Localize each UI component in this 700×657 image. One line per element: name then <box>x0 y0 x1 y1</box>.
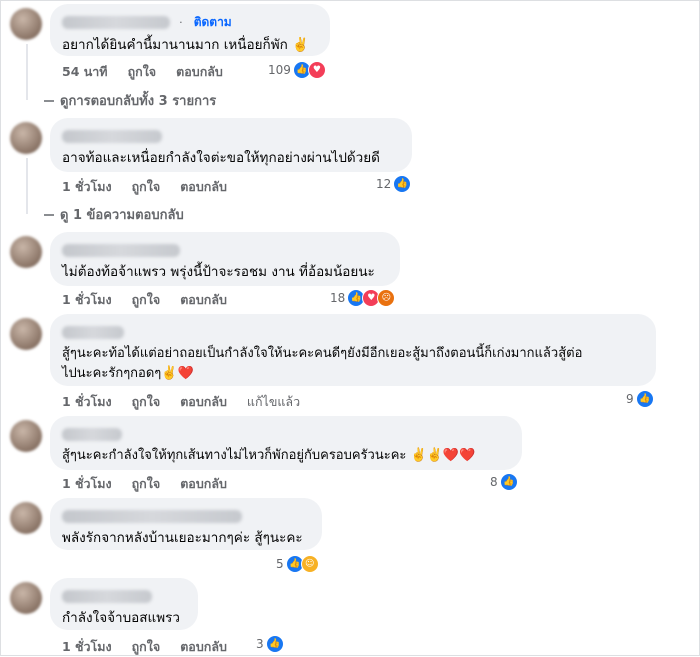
timestamp[interactable]: 54 นาที <box>62 62 108 82</box>
reply-button[interactable]: ตอบกลับ <box>180 290 227 310</box>
reaction-summary[interactable]: 3 👍 <box>256 635 284 653</box>
comment-text: อยากได้ยินคำนี้มานานมาก เหนื่อยก็พัก ✌️ <box>62 37 309 53</box>
commenter-name[interactable] <box>62 326 124 339</box>
reaction-count: 12 <box>376 177 392 191</box>
reaction-summary[interactable]: 18 👍 ♥ ☹ <box>330 289 396 307</box>
reply-button[interactable]: ตอบกลับ <box>180 392 227 412</box>
comment-actions: 1 ชั่วโมง ถูกใจ ตอบกลับ <box>62 177 227 197</box>
reply-button[interactable]: ตอบกลับ <box>176 62 223 82</box>
like-button[interactable]: ถูกใจ <box>132 290 161 310</box>
like-button[interactable]: ถูกใจ <box>132 392 161 412</box>
like-button[interactable]: ถูกใจ <box>132 177 161 197</box>
angry-icon: ☹ <box>377 289 396 307</box>
commenter-name[interactable] <box>62 16 170 29</box>
timestamp[interactable]: 1 ชั่วโมง <box>62 474 112 494</box>
timestamp[interactable]: 1 ชั่วโมง <box>62 290 112 310</box>
follow-button[interactable]: ติดตาม <box>194 15 232 29</box>
reply-button[interactable]: ตอบกลับ <box>180 177 227 197</box>
comment-actions: 54 นาที ถูกใจ ตอบกลับ <box>62 62 223 82</box>
comment-text-line-2: ไปนะคะรักๆกอดๆ✌️❤️ <box>62 366 194 381</box>
comment-bubble: พลังรักจากหลังบ้านเยอะมากๆค่ะ สู้ๆนะคะ <box>50 498 322 550</box>
reply-connector <box>44 99 54 102</box>
timestamp[interactable]: 1 ชั่วโมง <box>62 177 112 197</box>
comment-text: สู้ๆนะคะกำลังใจให้ทุกเส้นทางไม่ไหวก็พักอ… <box>62 448 476 463</box>
timestamp[interactable]: 1 ชั่วโมง <box>62 637 112 657</box>
reply-button[interactable]: ตอบกลับ <box>180 637 227 657</box>
commenter-name[interactable] <box>62 510 242 523</box>
view-replies-label: ดู 1 ข้อความตอบกลับ <box>60 208 184 223</box>
comment-actions: 1 ชั่วโมง ถูกใจ ตอบกลับ แก้ไขแล้ว <box>62 392 300 412</box>
commenter-name[interactable] <box>62 590 152 603</box>
reaction-count: 18 <box>330 291 346 305</box>
reaction-count: 109 <box>268 63 291 77</box>
avatar[interactable] <box>10 582 42 614</box>
reaction-count: 8 <box>490 475 498 489</box>
comment-actions: 1 ชั่วโมง ถูกใจ ตอบกลับ <box>62 290 227 310</box>
avatar[interactable] <box>10 8 42 40</box>
love-icon: ♥ <box>307 61 326 79</box>
view-replies-label: ดูการตอบกลับทั้ง 3 รายการ <box>60 94 217 109</box>
comment-text: กำลังใจจ้าบอสแพรว <box>62 610 180 626</box>
like-icon: 👍 <box>499 473 518 491</box>
comment-bubble: ไม่ต้องท้อจ้าแพรว พรุ่งนี้ป้าจะรอชม งาน … <box>50 232 400 286</box>
thread-line <box>26 44 28 100</box>
commenter-name[interactable] <box>62 428 122 441</box>
commenter-name[interactable] <box>62 244 180 257</box>
view-replies-link[interactable]: ดู 1 ข้อความตอบกลับ <box>44 204 184 225</box>
like-button[interactable]: ถูกใจ <box>132 637 161 657</box>
avatar[interactable] <box>10 236 42 268</box>
comment-actions: 1 ชั่วโมง ถูกใจ ตอบกลับ <box>62 474 227 494</box>
avatar[interactable] <box>10 420 42 452</box>
reply-connector <box>44 213 54 216</box>
reaction-count: 5 <box>276 557 284 571</box>
comment-bubble: · ติดตาม อยากได้ยินคำนี้มานานมาก เหนื่อย… <box>50 4 330 56</box>
comment-text-line-1: สู้ๆนะคะท้อได้แต่อย่าถอยเป็นกำลังใจให้นะ… <box>62 346 583 361</box>
comment-bubble: สู้ๆนะคะกำลังใจให้ทุกเส้นทางไม่ไหวก็พักอ… <box>50 416 522 470</box>
reaction-count: 9 <box>626 392 634 406</box>
like-button[interactable]: ถูกใจ <box>128 62 157 82</box>
avatar[interactable] <box>10 502 42 534</box>
like-button[interactable]: ถูกใจ <box>132 474 161 494</box>
avatar[interactable] <box>10 122 42 154</box>
commenter-name[interactable] <box>62 130 162 143</box>
avatar[interactable] <box>10 318 42 350</box>
comment-text: ไม่ต้องท้อจ้าแพรว พรุ่งนี้ป้าจะรอชม งาน … <box>62 264 375 280</box>
reaction-summary[interactable]: 109 👍 ♥ <box>268 61 326 79</box>
edited-label[interactable]: แก้ไขแล้ว <box>247 392 300 412</box>
comment-text: พลังรักจากหลังบ้านเยอะมากๆค่ะ สู้ๆนะคะ <box>62 530 303 546</box>
thread-line <box>26 158 28 214</box>
like-icon: 👍 <box>393 175 412 193</box>
comment-bubble: กำลังใจจ้าบอสแพรว <box>50 578 198 630</box>
reaction-summary[interactable]: 5 👍 ☺ <box>276 555 319 573</box>
reaction-count: 3 <box>256 637 264 651</box>
view-replies-link[interactable]: ดูการตอบกลับทั้ง 3 รายการ <box>44 90 216 111</box>
comment-bubble: อาจท้อและเหนื่อยกำลังใจต่ะขอให้ทุกอย่างผ… <box>50 118 412 172</box>
comment-actions: 1 ชั่วโมง ถูกใจ ตอบกลับ <box>62 637 227 657</box>
timestamp[interactable]: 1 ชั่วโมง <box>62 392 112 412</box>
comment-bubble: สู้ๆนะคะท้อได้แต่อย่าถอยเป็นกำลังใจให้นะ… <box>50 314 656 386</box>
reaction-summary[interactable]: 12 👍 <box>376 175 412 193</box>
comment-text: อาจท้อและเหนื่อยกำลังใจต่ะขอให้ทุกอย่างผ… <box>62 150 380 166</box>
reaction-summary[interactable]: 9 👍 <box>626 390 654 408</box>
like-icon: 👍 <box>635 390 654 408</box>
haha-icon: ☺ <box>300 555 319 573</box>
like-icon: 👍 <box>265 635 284 653</box>
reaction-summary[interactable]: 8 👍 <box>490 473 518 491</box>
reply-button[interactable]: ตอบกลับ <box>180 474 227 494</box>
